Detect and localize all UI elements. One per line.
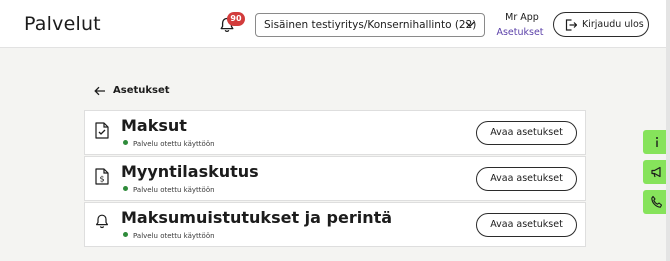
- top-header: Palvelut 90 Sisäinen testiyritys/Konsern…: [0, 0, 670, 48]
- service-status-text: Palvelu otettu käyttöön: [133, 140, 215, 148]
- status-dot: [123, 186, 128, 191]
- organization-select-value: Sisäinen testiyritys/Konsernihallinto (2…: [264, 19, 477, 31]
- user-name: Mr App: [505, 12, 539, 23]
- phone-icon: [651, 195, 663, 208]
- status-dot: [123, 140, 128, 145]
- document-dollar-icon: $: [95, 168, 109, 185]
- arrow-left-icon: [94, 86, 105, 96]
- info-icon: [656, 137, 658, 147]
- service-card-maksut: Maksut Palvelu otettu käyttöön Avaa aset…: [84, 110, 586, 155]
- document-check-icon: [95, 122, 109, 139]
- service-title: Maksumuistutukset ja perintä: [121, 208, 393, 227]
- status-dot: [123, 232, 128, 237]
- logout-icon: [565, 19, 577, 31]
- megaphone-icon: [651, 166, 661, 178]
- service-status: Palvelu otettu käyttöön: [123, 232, 215, 240]
- scrollbar[interactable]: [666, 0, 670, 261]
- service-card-maksumuistutukset: Maksumuistutukset ja perintä Palvelu ote…: [84, 202, 586, 247]
- app-title: Palvelut: [24, 13, 101, 35]
- bell-icon: [96, 214, 108, 229]
- logout-label: Kirjaudu ulos: [582, 19, 644, 30]
- open-settings-button[interactable]: Avaa asetukset: [476, 167, 577, 191]
- service-status: Palvelu otettu käyttöön: [123, 140, 215, 148]
- service-status-text: Palvelu otettu käyttöön: [133, 232, 215, 240]
- logout-button[interactable]: Kirjaudu ulos: [553, 12, 649, 37]
- service-title: Maksut: [121, 116, 187, 135]
- notification-count-badge: 90: [227, 12, 245, 26]
- open-settings-button[interactable]: Avaa asetukset: [476, 213, 577, 237]
- svg-text:$: $: [99, 175, 104, 184]
- organization-select[interactable]: Sisäinen testiyritys/Konsernihallinto (2…: [255, 13, 485, 37]
- open-settings-button[interactable]: Avaa asetukset: [476, 121, 577, 145]
- service-card-myyntilaskutus: $ Myyntilaskutus Palvelu otettu käyttöön…: [84, 156, 586, 201]
- service-title: Myyntilaskutus: [121, 162, 259, 181]
- back-link-label: Asetukset: [113, 85, 170, 96]
- settings-link[interactable]: Asetukset: [496, 27, 544, 38]
- service-status-text: Palvelu otettu käyttöön: [133, 186, 215, 194]
- chevron-down-icon: [465, 21, 475, 28]
- service-status: Palvelu otettu käyttöön: [123, 186, 215, 194]
